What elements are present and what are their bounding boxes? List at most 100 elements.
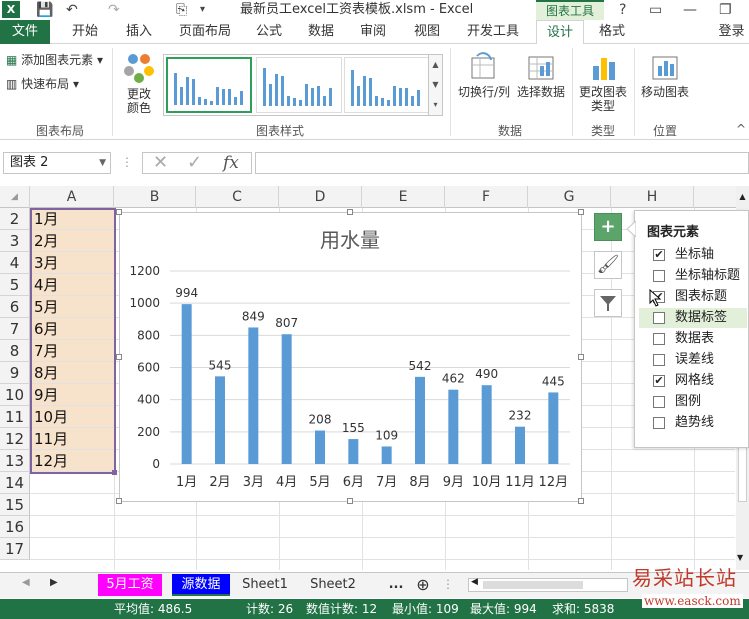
checkbox[interactable]: [653, 270, 665, 282]
tab-format[interactable]: 格式: [588, 20, 636, 44]
row-header[interactable]: 5: [0, 274, 30, 296]
column-header-d[interactable]: D: [279, 186, 362, 208]
horizontal-scrollbar[interactable]: ◀: [468, 577, 628, 592]
checkbox[interactable]: [653, 354, 665, 366]
resize-handle[interactable]: [116, 498, 122, 504]
minimize-icon[interactable]: —: [683, 0, 697, 20]
month-cell[interactable]: 11月: [31, 428, 114, 449]
month-cell[interactable]: 4月: [31, 274, 114, 295]
checkbox[interactable]: [653, 396, 665, 408]
tab-file[interactable]: 文件: [0, 20, 50, 44]
resize-handle[interactable]: [347, 209, 353, 215]
bar[interactable]: [415, 376, 425, 464]
row-header[interactable]: 8: [0, 340, 30, 362]
column-header-c[interactable]: C: [196, 186, 279, 208]
scroll-left-icon[interactable]: ◀: [471, 577, 478, 587]
column-header-b[interactable]: B: [114, 186, 196, 208]
checkbox[interactable]: [653, 417, 665, 429]
redo-icon[interactable]: ↷: [108, 0, 120, 20]
column-header-f[interactable]: F: [445, 186, 528, 208]
row-header[interactable]: 10: [0, 384, 30, 406]
chart-element-item[interactable]: 坐标轴标题: [639, 266, 747, 286]
add-chart-element-button[interactable]: ▦ 添加图表元素 ▾: [6, 50, 103, 70]
row-header[interactable]: 11: [0, 406, 30, 428]
range-fill-handle[interactable]: [112, 470, 117, 475]
help-icon[interactable]: ?: [619, 0, 626, 20]
move-chart-button[interactable]: 移动图表: [638, 52, 692, 99]
more-sheets-button[interactable]: ...: [384, 574, 408, 596]
chart-area[interactable]: 用水量 0 200 400 600 800 1000 1200 994 1月 545 2月 849 3月 8…: [116, 209, 584, 504]
customize-qat-icon[interactable]: ▾: [200, 0, 205, 20]
bar[interactable]: [481, 385, 492, 464]
formula-input[interactable]: [255, 152, 749, 174]
tab-splitter-icon[interactable]: ⋮: [442, 577, 454, 591]
tab-formulas[interactable]: 公式: [244, 20, 294, 44]
month-cell[interactable]: 3月: [31, 252, 114, 273]
bar[interactable]: [248, 327, 259, 464]
undo-icon[interactable]: ↶: [66, 0, 78, 20]
chart-element-item[interactable]: ✔ 坐标轴: [639, 245, 747, 265]
quick-layout-button[interactable]: ▥ 快速布局 ▾: [6, 74, 79, 94]
row-header[interactable]: 4: [0, 252, 30, 274]
save-icon[interactable]: 💾: [36, 0, 53, 20]
month-cell[interactable]: 12月: [31, 450, 114, 471]
column-header-e[interactable]: E: [362, 186, 445, 208]
resize-handle[interactable]: [116, 354, 122, 360]
row-header[interactable]: 16: [0, 516, 30, 538]
sheet-tab[interactable]: 5月工资: [98, 574, 162, 596]
chart-style-1[interactable]: [166, 57, 252, 113]
scroll-down-icon[interactable]: ▼: [737, 553, 743, 562]
bar[interactable]: [448, 389, 459, 464]
chart-style-3[interactable]: [344, 57, 430, 113]
hscroll-thumb[interactable]: [483, 581, 583, 589]
switch-row-column-button[interactable]: 切换行/列: [456, 52, 512, 99]
enter-icon[interactable]: ✓: [187, 153, 202, 173]
chart-element-item[interactable]: ✔ 网格线: [639, 371, 747, 391]
camera-icon[interactable]: ⎘: [176, 0, 187, 20]
resize-handle[interactable]: [347, 498, 353, 504]
tab-review[interactable]: 审阅: [348, 20, 398, 44]
sheet-tab[interactable]: Sheet1: [234, 574, 296, 596]
resize-handle[interactable]: [578, 209, 584, 215]
select-data-button[interactable]: 选择数据: [514, 52, 568, 99]
month-cell[interactable]: 2月: [31, 230, 114, 251]
chart-filters-button[interactable]: [594, 289, 622, 317]
change-colors-button[interactable]: 更改颜色: [118, 50, 160, 115]
checkbox[interactable]: ✔: [653, 249, 665, 261]
row-header[interactable]: 12: [0, 428, 30, 450]
tab-home[interactable]: 开始: [60, 20, 110, 44]
row-header[interactable]: 9: [0, 362, 30, 384]
column-chart[interactable]: 用水量 0 200 400 600 800 1000 1200 994 1月 545 2月 849 3月 8…: [120, 213, 581, 501]
month-cell[interactable]: 5月: [31, 296, 114, 317]
prev-sheet-icon[interactable]: ◀: [22, 577, 30, 588]
month-cell[interactable]: 8月: [31, 362, 114, 383]
chart-element-item[interactable]: 趋势线: [639, 413, 747, 433]
month-cell[interactable]: 10月: [31, 406, 114, 427]
bar[interactable]: [381, 446, 392, 464]
tab-view[interactable]: 视图: [402, 20, 452, 44]
row-header[interactable]: 7: [0, 318, 30, 340]
cancel-icon[interactable]: ✕: [153, 153, 168, 173]
bar[interactable]: [181, 304, 192, 464]
bar[interactable]: [548, 392, 559, 464]
column-header-g[interactable]: G: [528, 186, 611, 208]
resize-handle[interactable]: [116, 209, 122, 215]
collapse-ribbon-icon[interactable]: ^: [736, 122, 746, 136]
row-header[interactable]: 2: [0, 208, 30, 230]
row-header[interactable]: 13: [0, 450, 30, 472]
row-header[interactable]: 17: [0, 538, 30, 560]
scroll-up-icon[interactable]: ▲: [736, 186, 749, 208]
month-cell[interactable]: 1月: [31, 208, 114, 229]
select-all-corner[interactable]: ◢: [0, 186, 30, 208]
bar[interactable]: [348, 439, 359, 464]
insert-function-icon[interactable]: fx: [223, 153, 239, 173]
month-cell[interactable]: 6月: [31, 318, 114, 339]
resize-handle[interactable]: [578, 498, 584, 504]
chart-element-item[interactable]: 误差线: [639, 350, 747, 370]
sheet-tab[interactable]: 源数据: [172, 574, 230, 596]
next-sheet-icon[interactable]: ▶: [50, 577, 58, 588]
tab-data[interactable]: 数据: [296, 20, 346, 44]
gallery-scroll[interactable]: ▲ ▼ ▾: [428, 55, 442, 115]
chart-style-2[interactable]: [256, 57, 342, 113]
row-header[interactable]: 3: [0, 230, 30, 252]
